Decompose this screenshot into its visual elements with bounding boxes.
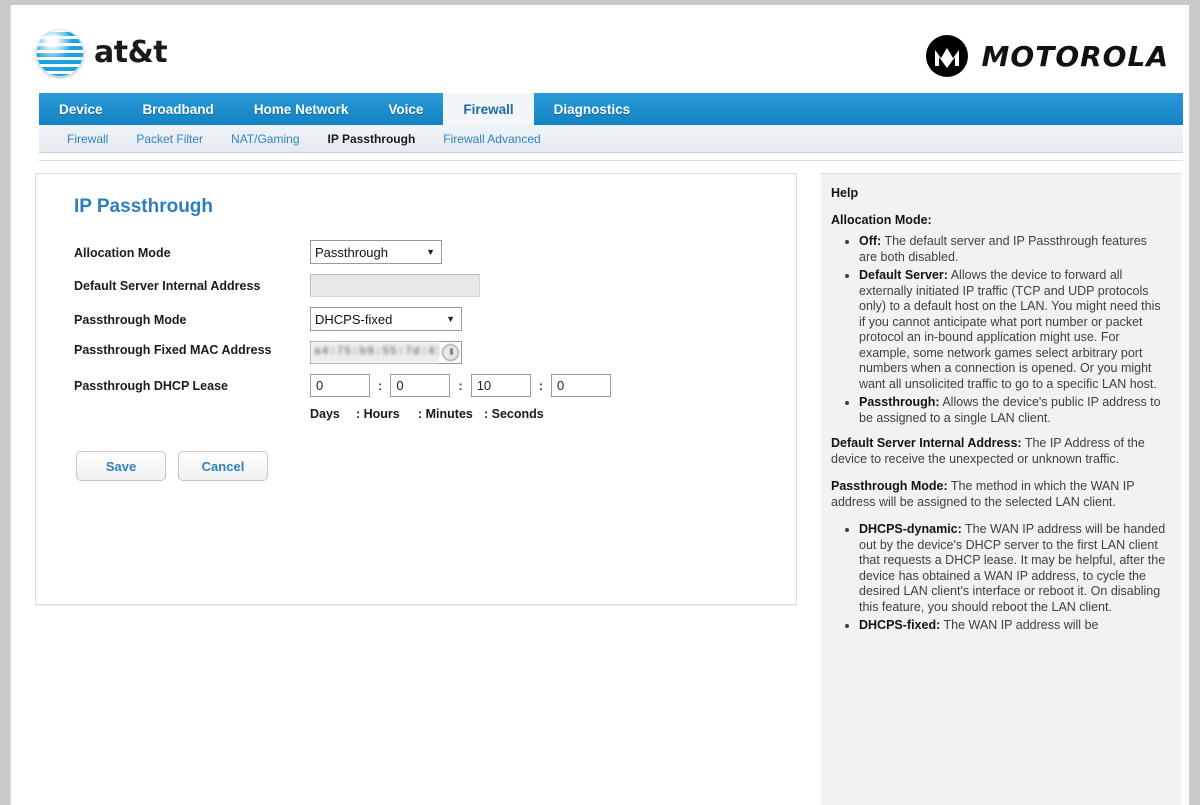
help-allocation-heading: Allocation Mode:: [831, 213, 1167, 229]
sub-nav-link-firewall[interactable]: Firewall: [53, 132, 122, 146]
sub-nav-link-ip-passthrough[interactable]: IP Passthrough: [314, 132, 430, 146]
dhcp-lease-unit-labels: Days: Hours: Minutes: Seconds: [310, 407, 774, 421]
main-nav-tab-home-network[interactable]: Home Network: [234, 93, 369, 125]
help-mode-item: DHCPS-dynamic: The WAN IP address will b…: [859, 522, 1167, 615]
sub-nav-link-packet-filter[interactable]: Packet Filter: [122, 132, 217, 146]
sub-nav: FirewallPacket FilterNAT/GamingIP Passth…: [39, 125, 1183, 153]
help-title: Help: [831, 186, 1167, 202]
cancel-button[interactable]: Cancel: [178, 451, 268, 481]
help-allocation-item-term: Off:: [859, 234, 881, 248]
main-nav-tab-broadband[interactable]: Broadband: [123, 93, 234, 125]
help-allocation-item-term: Passthrough:: [859, 395, 940, 409]
help-mode-item-text: The WAN IP address will be: [940, 618, 1098, 632]
dhcp-lease-hours-unit-label: : Hours: [356, 407, 418, 421]
default-server-address-input: [310, 274, 480, 297]
dhcp-lease-separator: :: [539, 378, 543, 393]
help-mode-item-term: DHCPS-fixed:: [859, 618, 940, 632]
default-server-address-row: Default Server Internal Address: [74, 274, 774, 297]
passthrough-mode-select[interactable]: DHCPS-dynamicDHCPS-fixedManual: [310, 307, 462, 331]
help-mode-item: DHCPS-fixed: The WAN IP address will be: [859, 618, 1167, 634]
att-globe-icon: [36, 29, 84, 77]
main-nav-tab-firewall[interactable]: Firewall: [443, 93, 533, 125]
passthrough-fixed-mac-value: a4:75:b9:55:7d:41: [311, 342, 439, 363]
allocation-mode-select[interactable]: OffDefault ServerPassthrough: [310, 240, 442, 264]
dhcp-lease-hours-input[interactable]: [390, 374, 450, 397]
help-mode-item-term: DHCPS-dynamic:: [859, 522, 962, 536]
dhcp-lease-row: Passthrough DHCP Lease :::: [74, 374, 774, 397]
passthrough-mode-label: Passthrough Mode: [74, 311, 310, 328]
help-passthrough-mode-term: Passthrough Mode:: [831, 479, 948, 493]
passthrough-mode-row: Passthrough Mode DHCPS-dynamicDHCPS-fixe…: [74, 307, 774, 331]
motorola-m-icon: [926, 35, 968, 77]
sub-nav-link-nat-gaming[interactable]: NAT/Gaming: [217, 132, 313, 146]
help-allocation-item: Off: The default server and IP Passthrou…: [859, 234, 1167, 265]
passthrough-mode-select-wrap: DHCPS-dynamicDHCPS-fixedManual ▼: [310, 307, 462, 331]
help-allocation-list: Off: The default server and IP Passthrou…: [831, 234, 1167, 426]
allocation-mode-label: Allocation Mode: [74, 244, 310, 261]
allocation-mode-select-wrap: OffDefault ServerPassthrough ▼: [310, 240, 442, 264]
att-wordmark: at&t: [94, 38, 167, 68]
help-passthrough-mode-paragraph: Passthrough Mode: The method in which th…: [831, 479, 1167, 510]
dhcp-lease-days-input[interactable]: [310, 374, 370, 397]
page-title: IP Passthrough: [74, 196, 774, 218]
help-default-server-paragraph: Default Server Internal Address: The IP …: [831, 436, 1167, 467]
dhcp-lease-minutes-unit-label: : Minutes: [418, 407, 484, 421]
passthrough-fixed-mac-wrap: a4:75:b9:55:7d:41: [310, 341, 462, 364]
dhcp-lease-fields: :::: [310, 374, 611, 397]
content-area: IP Passthrough Allocation Mode OffDefaul…: [11, 161, 1189, 805]
save-button[interactable]: Save: [76, 451, 166, 481]
dhcp-lease-separator: :: [458, 378, 462, 393]
ip-passthrough-form-panel: IP Passthrough Allocation Mode OffDefaul…: [35, 173, 797, 605]
main-nav-tab-diagnostics[interactable]: Diagnostics: [534, 93, 651, 125]
settings-form: Allocation Mode OffDefault ServerPassthr…: [74, 240, 774, 481]
help-mode-list: DHCPS-dynamic: The WAN IP address will b…: [831, 522, 1167, 634]
main-nav: DeviceBroadbandHome NetworkVoiceFirewall…: [39, 93, 1183, 125]
main-nav-tab-voice[interactable]: Voice: [368, 93, 443, 125]
help-allocation-item: Passthrough: Allows the device's public …: [859, 395, 1167, 426]
form-actions: Save Cancel: [76, 451, 774, 481]
passthrough-fixed-mac-label: Passthrough Fixed MAC Address: [74, 341, 310, 358]
att-logo[interactable]: at&t: [36, 29, 167, 77]
help-allocation-item: Default Server: Allows the device to for…: [859, 268, 1167, 392]
help-panel: Help Allocation Mode: Off: The default s…: [821, 173, 1181, 805]
dhcp-lease-seconds-unit-label: : Seconds: [484, 407, 544, 421]
help-allocation-item-term: Default Server:: [859, 268, 948, 282]
help-allocation-item-text: The default server and IP Passthrough fe…: [859, 234, 1147, 264]
help-default-server-term: Default Server Internal Address:: [831, 436, 1022, 450]
page-header: at&t MOTOROLA: [11, 5, 1189, 93]
main-nav-tab-device[interactable]: Device: [39, 93, 123, 125]
motorola-logo: MOTOROLA: [926, 35, 1169, 77]
browser-page: at&t MOTOROLA DeviceBroadbandHome Networ…: [10, 5, 1190, 805]
dhcp-lease-days-unit-label: Days: [310, 407, 356, 421]
device-picker-icon[interactable]: [442, 344, 459, 361]
dhcp-lease-seconds-input[interactable]: [551, 374, 611, 397]
motorola-wordmark: MOTOROLA: [982, 40, 1169, 73]
dhcp-lease-label: Passthrough DHCP Lease: [74, 377, 310, 394]
allocation-mode-row: Allocation Mode OffDefault ServerPassthr…: [74, 240, 774, 264]
default-server-address-label: Default Server Internal Address: [74, 277, 310, 294]
sub-nav-link-firewall-advanced[interactable]: Firewall Advanced: [429, 132, 554, 146]
help-allocation-item-text: Allows the device to forward all externa…: [859, 268, 1161, 391]
navigation: DeviceBroadbandHome NetworkVoiceFirewall…: [11, 93, 1189, 153]
dhcp-lease-separator: :: [378, 378, 382, 393]
passthrough-fixed-mac-row: Passthrough Fixed MAC Address a4:75:b9:5…: [74, 341, 774, 364]
dhcp-lease-minutes-input[interactable]: [471, 374, 531, 397]
